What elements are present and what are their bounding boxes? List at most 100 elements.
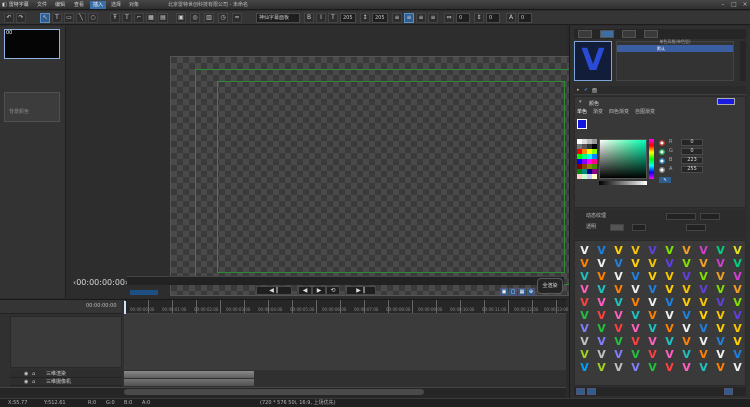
preset-style-item[interactable]: V [644, 270, 661, 283]
preset-style-item[interactable]: V [695, 335, 712, 348]
grid-icon[interactable]: ▦ [146, 13, 156, 23]
menu-select[interactable]: 选择 [108, 1, 124, 9]
preset-style-item[interactable]: V [678, 361, 695, 374]
preset-style-item[interactable]: V [610, 283, 627, 296]
preset-style-item[interactable]: V [712, 270, 729, 283]
close-icon[interactable]: × [740, 1, 750, 9]
table-icon[interactable]: ▤ [158, 13, 168, 23]
select-tool-icon[interactable]: ↖ [40, 13, 50, 23]
preset-style-item[interactable]: V [695, 348, 712, 361]
align-left-icon[interactable]: ≡ [392, 13, 402, 23]
preset-style-item[interactable]: V [729, 322, 746, 335]
color-palette[interactable] [577, 139, 597, 183]
loop-icon[interactable]: ⟲ [326, 286, 340, 295]
preset-style-item[interactable]: V [661, 283, 678, 296]
thumbnail-page-1[interactable] [4, 29, 60, 59]
preset-style-item[interactable]: V [729, 335, 746, 348]
render-button[interactable]: 全渲染 [537, 278, 563, 294]
preset-style-item[interactable]: V [610, 296, 627, 309]
scrub-range[interactable] [130, 290, 158, 295]
preset-style-item[interactable]: V [695, 270, 712, 283]
preset-style-item[interactable]: V [627, 322, 644, 335]
preset-style-item[interactable]: V [627, 283, 644, 296]
red-input[interactable]: 0 [681, 139, 703, 146]
redo-icon[interactable]: ↷ [16, 13, 26, 23]
preset-style-item[interactable]: V [695, 296, 712, 309]
preset-style-item[interactable]: V [593, 348, 610, 361]
style-list-item[interactable]: 默认 [617, 45, 733, 52]
preset-style-item[interactable]: V [610, 244, 627, 257]
preset-style-item[interactable]: V [644, 322, 661, 335]
effect-row-dynamic-texture[interactable]: 动态纹理 [576, 211, 744, 221]
tab-gradient[interactable]: 渐变 [593, 108, 603, 115]
baseline-icon[interactable]: A [506, 13, 516, 23]
next-frame-button[interactable]: ▶ ‖ [346, 286, 376, 295]
size-b-select[interactable]: 205 [372, 13, 388, 23]
menu-insert[interactable]: 插入 [90, 1, 107, 9]
preset-style-item[interactable]: V [644, 361, 661, 374]
preset-style-item[interactable]: V [627, 296, 644, 309]
line-tool-icon[interactable]: ╲ [76, 13, 86, 23]
preset-styles-grid[interactable]: VVVVVVVVVVVVVVVVVVVVVVVVVVVVVVVVVVVVVVVV… [574, 240, 746, 386]
preset-style-item[interactable]: V [695, 257, 712, 270]
preset-style-item[interactable]: V [661, 296, 678, 309]
preset-style-item[interactable]: V [661, 309, 678, 322]
green-input[interactable]: 0 [681, 148, 703, 155]
preset-style-item[interactable]: V [678, 257, 695, 270]
timeline-ruler[interactable]: 00:00:00:00 00:00:01:00 00:00:02:00 00:0… [124, 300, 568, 314]
preset-style-item[interactable]: V [610, 270, 627, 283]
preset-style-item[interactable]: V [661, 348, 678, 361]
preset-style-item[interactable]: V [576, 322, 593, 335]
minimize-icon[interactable]: – [718, 1, 728, 9]
blue-input[interactable]: 223 [681, 157, 703, 164]
preset-style-item[interactable]: V [678, 335, 695, 348]
preset-style-item[interactable]: V [576, 296, 593, 309]
thumbnail-background[interactable] [4, 92, 60, 122]
tab-four-color[interactable]: 四色渐变 [609, 108, 629, 115]
preset-style-item[interactable]: V [712, 322, 729, 335]
grid-toggle-icon[interactable]: ▦ [518, 288, 526, 296]
preset-style-item[interactable]: V [712, 296, 729, 309]
timeline-clip[interactable] [124, 371, 254, 378]
preset-style-item[interactable]: V [610, 348, 627, 361]
effect-option[interactable] [700, 213, 720, 220]
preset-style-item[interactable]: V [593, 361, 610, 374]
remove-style-icon[interactable] [587, 388, 596, 395]
menu-file[interactable]: 文件 [34, 1, 50, 9]
preset-style-item[interactable]: V [729, 309, 746, 322]
justify-icon[interactable]: ≡ [428, 13, 438, 23]
image-icon[interactable]: ▣ [176, 13, 186, 23]
brightness-slider[interactable] [599, 181, 647, 185]
layers-icon[interactable]: ▥ [204, 13, 214, 23]
size-a-select[interactable]: 205 [340, 13, 356, 23]
eye-icon[interactable]: ◉ [24, 370, 28, 378]
preset-style-item[interactable]: V [644, 283, 661, 296]
prev-frame-button[interactable]: ◀ ‖ [256, 286, 292, 295]
timeline-tracks-area[interactable] [124, 314, 566, 370]
effect-option[interactable] [666, 213, 696, 220]
leading-input[interactable]: 0 [486, 13, 500, 23]
preset-style-item[interactable]: V [712, 309, 729, 322]
preset-style-item[interactable]: V [593, 244, 610, 257]
preset-style-item[interactable]: V [593, 322, 610, 335]
preset-style-item[interactable]: V [678, 283, 695, 296]
eye-icon[interactable]: ◉ [24, 378, 28, 386]
preset-style-item[interactable]: V [644, 244, 661, 257]
preset-style-item[interactable]: V [661, 257, 678, 270]
menu-edit[interactable]: 编辑 [52, 1, 68, 9]
menu-object[interactable]: 对象 [126, 1, 142, 9]
preset-style-item[interactable]: V [593, 335, 610, 348]
preset-style-item[interactable]: V [661, 270, 678, 283]
font-size-icon[interactable]: T [328, 13, 338, 23]
preset-style-item[interactable]: V [678, 296, 695, 309]
menu-view[interactable]: 查看 [71, 1, 87, 9]
preset-style-item[interactable]: V [610, 335, 627, 348]
maximize-icon[interactable]: □ [729, 1, 739, 9]
tab-custom-gradient[interactable]: 自图渐变 [635, 108, 655, 115]
wave-icon[interactable]: ≈ [232, 13, 242, 23]
preset-style-item[interactable]: V [576, 244, 593, 257]
preset-style-item[interactable]: V [593, 309, 610, 322]
tab-style-3[interactable] [622, 30, 636, 38]
effect-option[interactable] [686, 224, 706, 231]
preset-style-item[interactable]: V [712, 244, 729, 257]
